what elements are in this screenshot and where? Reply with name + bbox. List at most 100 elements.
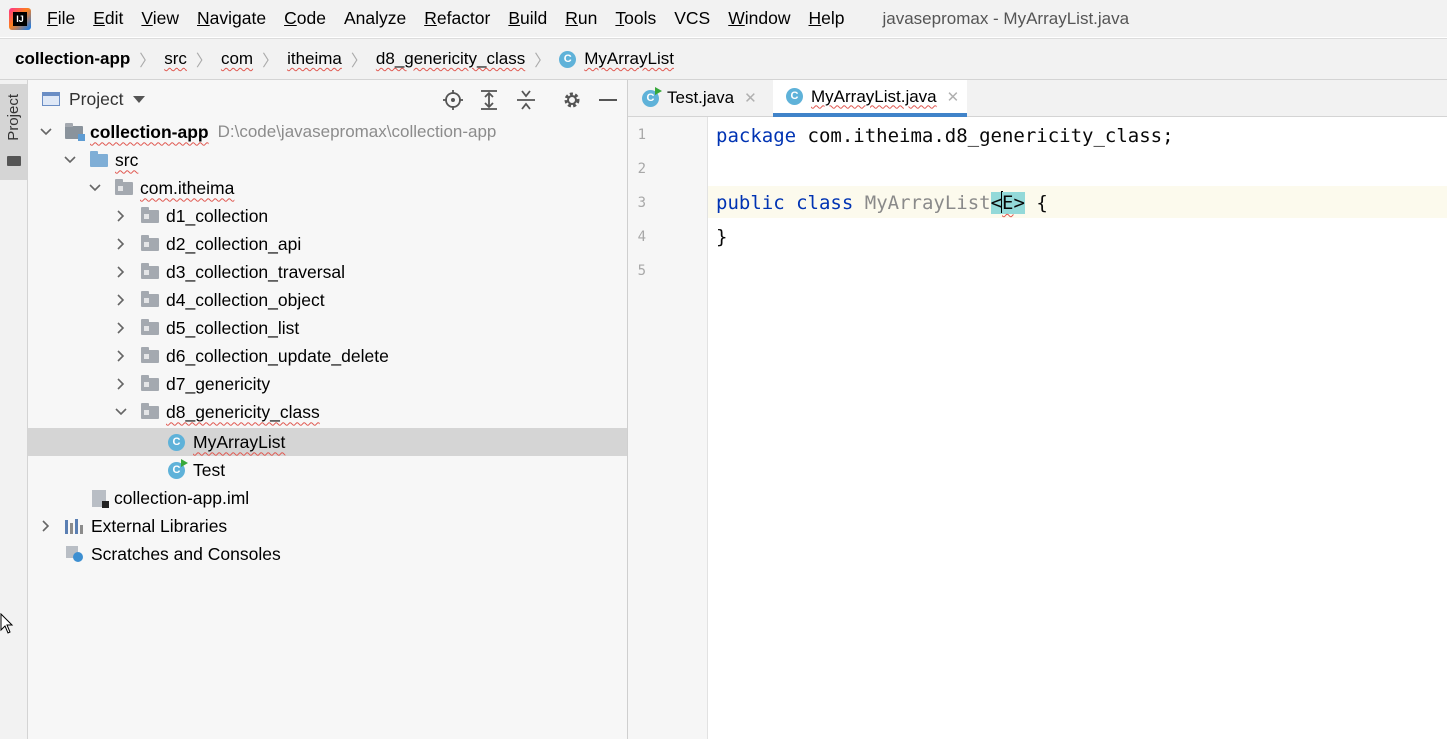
iml-file-icon [92, 489, 109, 508]
line-number: 1 [637, 127, 646, 143]
chevron-right-icon: 〉 [195, 53, 212, 70]
hide-panel-icon[interactable] [597, 89, 619, 111]
project-view-selector[interactable]: Project [69, 89, 123, 110]
tree-row-folder[interactable]: d5_collection_list [28, 314, 627, 342]
menu-analyze[interactable]: Analyze [344, 8, 406, 29]
folder-label: d2_collection_api [166, 233, 302, 254]
intellij-logo-icon[interactable]: IJ [9, 7, 31, 30]
project-strip-label: Project [5, 94, 22, 141]
menu-refactor[interactable]: Refactor [424, 8, 490, 29]
package-icon [141, 318, 159, 335]
tree-row-src[interactable]: src [28, 146, 627, 174]
tab-label: Test.java [667, 88, 735, 107]
chevron-right-icon[interactable] [114, 209, 128, 223]
code-line-1: package com.itheima.d8_genericity_class; [716, 120, 1174, 152]
chevron-down-icon[interactable] [63, 153, 77, 167]
code-line-4: } [716, 221, 727, 253]
tree-row-module[interactable]: collection-app D:\code\javasepromax\coll… [28, 118, 627, 146]
collapse-all-icon[interactable] [515, 89, 537, 111]
package-icon [141, 234, 159, 251]
folder-label: d6_collection_update_delete [166, 345, 389, 366]
menu-window[interactable]: Window [728, 8, 790, 29]
package-icon [141, 206, 159, 223]
menu-view[interactable]: View [141, 8, 179, 29]
chevron-right-icon[interactable] [114, 265, 128, 279]
tree-row-folder[interactable]: d2_collection_api [28, 230, 627, 258]
chevron-right-icon[interactable] [114, 237, 128, 251]
close-icon[interactable]: ✕ [947, 88, 960, 106]
menu-edit[interactable]: Edit [93, 8, 123, 29]
tree-row-folder[interactable]: d1_collection [28, 202, 627, 230]
code-line-3: public class MyArrayList<E> { [716, 187, 1048, 219]
breadcrumb-item-package[interactable]: d8_genericity_class [376, 49, 525, 69]
menu-tools[interactable]: Tools [615, 8, 656, 29]
breadcrumb-item-itheima[interactable]: itheima [287, 49, 342, 69]
chevron-down-icon[interactable] [39, 125, 53, 139]
chevron-right-icon[interactable] [114, 349, 128, 363]
package-name: com.itheima.d8_genericity_class; [796, 125, 1174, 147]
menu-run[interactable]: Run [565, 8, 597, 29]
keyword-class: class [796, 192, 854, 214]
module-name: collection-app [90, 121, 209, 142]
menu-bar: IJ File Edit View Navigate Code Analyze … [0, 0, 1447, 37]
tree-row-package[interactable]: com.itheima [28, 174, 627, 202]
code-editor[interactable]: package com.itheima.d8_genericity_class;… [708, 117, 1447, 739]
tree-row-class[interactable]: C Test [28, 456, 627, 484]
type-parameter: E [1002, 192, 1014, 214]
menu-file[interactable]: File [47, 8, 75, 29]
expand-all-icon[interactable] [478, 89, 500, 111]
tree-row-folder[interactable]: d4_collection_object [28, 286, 627, 314]
menu-code[interactable]: Code [284, 8, 326, 29]
tree-row-folder[interactable]: d6_collection_update_delete [28, 342, 627, 370]
line-number: 4 [637, 229, 646, 245]
module-path: D:\code\javasepromax\collection-app [217, 122, 497, 141]
chevron-down-icon[interactable] [88, 181, 102, 195]
line-number-gutter: 1 2 3 4 5 [628, 117, 708, 739]
line-number: 3 [637, 195, 646, 211]
breadcrumb-item-src[interactable]: src [164, 49, 187, 69]
breadcrumb-item-module[interactable]: collection-app [15, 49, 130, 69]
chevron-right-icon[interactable] [114, 377, 128, 391]
scratches-label: Scratches and Consoles [91, 543, 281, 564]
tree-row-class-selected[interactable]: C MyArrayList [28, 428, 627, 456]
chevron-right-icon[interactable] [114, 321, 128, 335]
folder-label: d4_collection_object [166, 289, 325, 310]
tree-row-scratches[interactable]: Scratches and Consoles [28, 540, 627, 568]
breadcrumb-item-com[interactable]: com [221, 49, 253, 69]
menu-navigate[interactable]: Navigate [197, 8, 266, 29]
tree-row-external-libraries[interactable]: External Libraries [28, 512, 627, 540]
mouse-cursor-icon [0, 613, 14, 634]
line-number: 5 [637, 263, 646, 279]
tree-row-iml[interactable]: collection-app.iml [28, 484, 627, 512]
close-icon[interactable]: ✕ [744, 89, 757, 107]
tab-myarraylist-java[interactable]: C MyArrayList.java ✕ [773, 80, 968, 117]
chevron-right-icon[interactable] [114, 293, 128, 307]
folder-label: d3_collection_traversal [166, 261, 345, 282]
tree-row-folder[interactable]: d7_genericity [28, 370, 627, 398]
package-label: com.itheima [140, 177, 235, 198]
class-file-label: MyArrayList [193, 431, 286, 452]
module-folder-icon [65, 122, 85, 141]
menu-vcs[interactable]: VCS [674, 8, 710, 29]
chevron-down-icon[interactable] [114, 405, 128, 419]
chevron-right-icon[interactable] [39, 519, 53, 533]
chevron-down-icon[interactable] [133, 95, 146, 103]
gear-icon[interactable] [561, 89, 583, 111]
runnable-class-icon: C [642, 86, 662, 107]
brace-close: } [716, 226, 728, 248]
locate-icon[interactable] [442, 89, 464, 111]
line-number: 2 [637, 161, 646, 177]
tree-row-folder[interactable]: d3_collection_traversal [28, 258, 627, 286]
folder-label: d8_genericity_class [166, 401, 320, 422]
brace-open: { [1024, 192, 1048, 214]
project-tool-window-button[interactable]: Project [0, 84, 27, 180]
class-name: MyArrayList [864, 192, 991, 214]
tree-row-folder-open[interactable]: d8_genericity_class [28, 398, 627, 426]
breadcrumb-item-class[interactable]: MyArrayList [584, 49, 674, 69]
class-file-label: Test [193, 459, 226, 480]
tab-test-java[interactable]: C Test.java ✕ [642, 80, 771, 116]
menu-build[interactable]: Build [508, 8, 547, 29]
keyword-package: package [716, 125, 797, 147]
source-folder-icon [90, 150, 108, 167]
menu-help[interactable]: Help [809, 8, 845, 29]
